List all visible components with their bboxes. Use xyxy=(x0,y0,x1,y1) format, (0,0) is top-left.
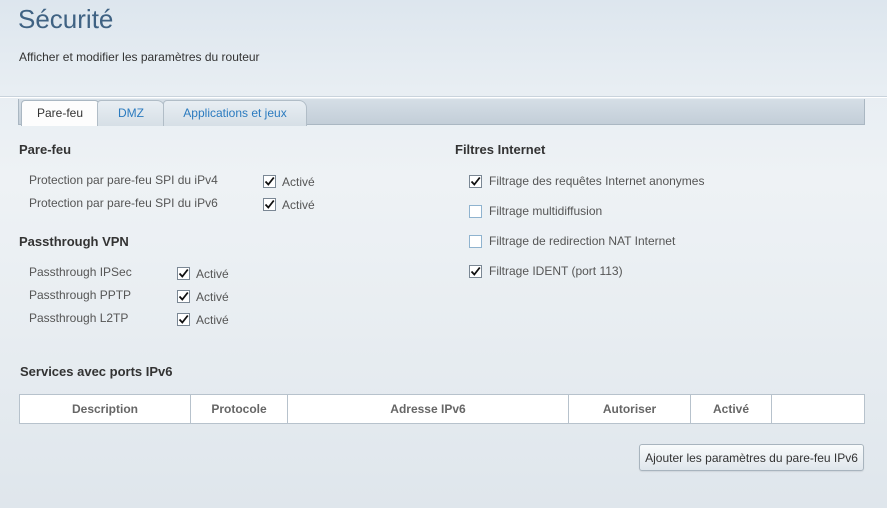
checkmark-icon xyxy=(178,314,189,324)
column-header-description: Description xyxy=(19,394,191,424)
vpn-section-title: Passthrough VPN xyxy=(19,234,129,249)
ipv6-services-title: Services avec ports IPv6 xyxy=(20,364,173,379)
column-header-ipv6-address: Adresse IPv6 xyxy=(287,394,569,424)
vpn-ipsec-checkbox-label: Activé xyxy=(196,267,229,281)
tab-pare-feu[interactable]: Pare-feu xyxy=(21,100,99,126)
tab-bar: Pare-feu DMZ Applications et jeux xyxy=(18,99,865,126)
firewall-ipv4-label: Protection par pare-feu SPI du iPv4 xyxy=(29,173,218,187)
tab-applications-et-jeux[interactable]: Applications et jeux xyxy=(163,100,307,126)
checkmark-icon xyxy=(178,268,189,278)
filter-multicast-checkbox[interactable] xyxy=(469,205,482,218)
page-subtitle: Afficher et modifier les paramètres du r… xyxy=(19,50,260,64)
firewall-ipv6-label: Protection par pare-feu SPI du iPv6 xyxy=(29,196,218,210)
checkmark-icon xyxy=(470,266,481,276)
checkmark-icon xyxy=(264,176,275,186)
checkmark-icon xyxy=(470,176,481,186)
filter-nat-redirection-checkbox[interactable] xyxy=(469,235,482,248)
table-header-row: Description Protocole Adresse IPv6 Autor… xyxy=(19,394,865,424)
tab-label: DMZ xyxy=(118,106,144,120)
vpn-pptp-checkbox[interactable] xyxy=(177,290,190,303)
tab-label: Pare-feu xyxy=(36,106,84,120)
firewall-ipv4-checkbox[interactable] xyxy=(263,175,276,188)
firewall-section-title: Pare-feu xyxy=(19,142,72,157)
filter-anonymous-label: Filtrage des requêtes Internet anonymes xyxy=(489,174,705,188)
tab-label: Applications et jeux xyxy=(183,106,287,120)
filter-ident-label: Filtrage IDENT (port 113) xyxy=(489,264,623,278)
ipv6-services-table: Description Protocole Adresse IPv6 Autor… xyxy=(19,394,865,424)
column-header-actions xyxy=(771,394,865,424)
checkmark-icon xyxy=(178,291,189,301)
checkmark-icon xyxy=(264,199,275,209)
vpn-pptp-checkbox-label: Activé xyxy=(196,290,229,304)
filters-section-title: Filtres Internet xyxy=(455,142,546,157)
tab-dmz[interactable]: DMZ xyxy=(97,100,165,126)
vpn-l2tp-checkbox[interactable] xyxy=(177,313,190,326)
column-header-protocol: Protocole xyxy=(190,394,288,424)
filter-nat-redirection-label: Filtrage de redirection NAT Internet xyxy=(489,234,676,248)
vpn-ipsec-checkbox[interactable] xyxy=(177,267,190,280)
filter-anonymous-checkbox[interactable] xyxy=(469,175,482,188)
add-ipv6-firewall-settings-button[interactable]: Ajouter les paramètres du pare-feu IPv6 xyxy=(639,444,864,471)
firewall-ipv4-checkbox-label: Activé xyxy=(282,175,315,189)
filter-ident-checkbox[interactable] xyxy=(469,265,482,278)
column-header-allow: Autoriser xyxy=(568,394,691,424)
column-header-enabled: Activé xyxy=(690,394,772,424)
vpn-pptp-label: Passthrough PPTP xyxy=(29,288,132,302)
filter-multicast-label: Filtrage multidiffusion xyxy=(489,204,603,218)
vpn-l2tp-checkbox-label: Activé xyxy=(196,313,229,327)
firewall-ipv6-checkbox[interactable] xyxy=(263,198,276,211)
vpn-ipsec-label: Passthrough IPSec xyxy=(29,265,132,279)
vpn-l2tp-label: Passthrough L2TP xyxy=(29,311,129,325)
page-title: Sécurité xyxy=(18,4,114,34)
firewall-ipv6-checkbox-label: Activé xyxy=(282,198,315,212)
header-divider xyxy=(0,96,887,98)
